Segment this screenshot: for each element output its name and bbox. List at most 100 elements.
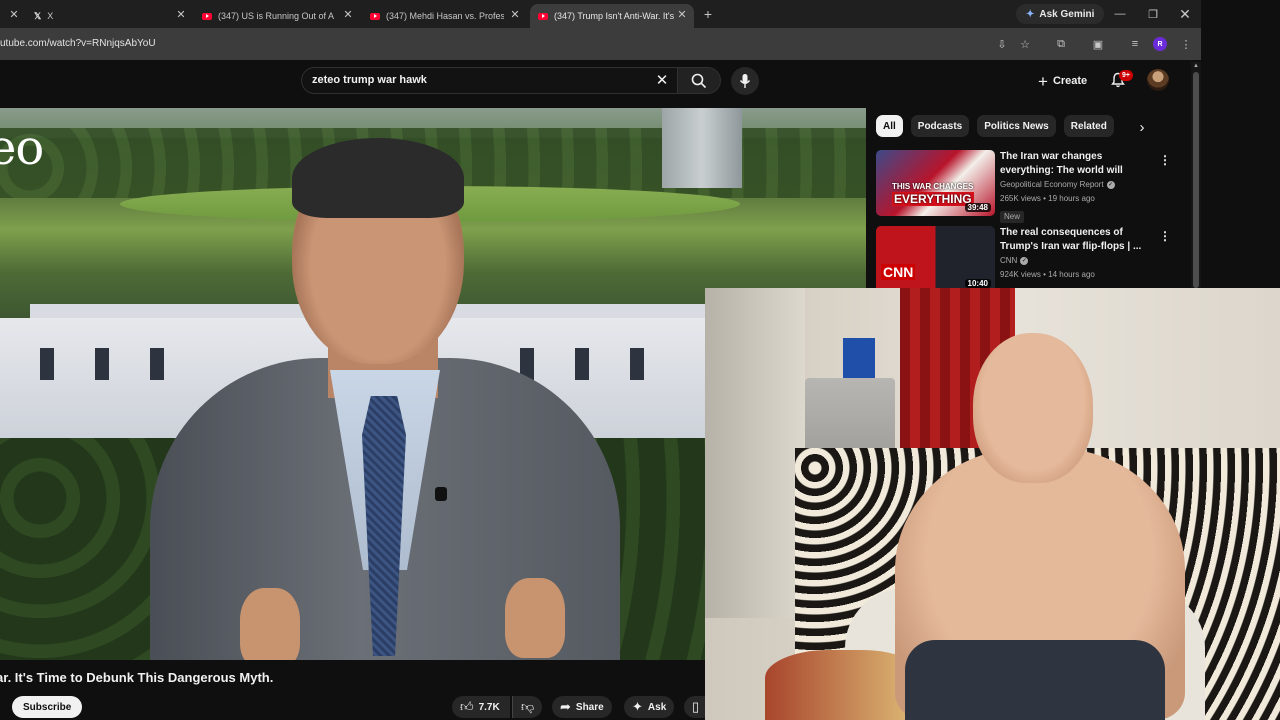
- more-options-icon[interactable]: ⋮: [1159, 152, 1171, 168]
- like-button[interactable]: 👍︎ 7.7K: [452, 696, 510, 718]
- account-avatar[interactable]: [1147, 69, 1169, 91]
- related-video-item[interactable]: THIS WAR CHANGES EVERYTHING 39:48 The Ir…: [876, 150, 1176, 223]
- channel-name[interactable]: Geopolitical Economy Report: [1000, 178, 1104, 192]
- scene-monument: [662, 108, 742, 188]
- presenter-right-hand: [505, 578, 565, 658]
- chevron-right-icon[interactable]: ›: [1132, 117, 1152, 137]
- bookmark-icon: ▯: [692, 699, 700, 714]
- search-icon: [691, 73, 707, 88]
- scroll-up-arrow-icon[interactable]: ▲: [1192, 62, 1200, 70]
- dislike-button[interactable]: 👎︎: [512, 696, 543, 718]
- filter-chips: All Podcasts Politics News Related: [876, 115, 1114, 137]
- video-title[interactable]: The real consequences of Trump's Iran wa…: [1000, 226, 1150, 254]
- youtube-favicon-icon: [538, 12, 548, 20]
- media-controls-icon[interactable]: ≡: [1127, 36, 1143, 52]
- create-button[interactable]: + Create: [1030, 68, 1095, 94]
- more-options-icon[interactable]: ⋮: [1159, 228, 1171, 244]
- ask-button[interactable]: ✦ Ask: [624, 696, 675, 718]
- video-thumbnail[interactable]: THIS WAR CHANGES EVERYTHING 39:48: [876, 150, 995, 216]
- x-logo-icon: 𝕏: [34, 10, 42, 21]
- tab-us-running-out[interactable]: (347) US is Running Out of Am: [202, 4, 334, 28]
- tab-close-icon[interactable]: ✕: [340, 4, 356, 24]
- youtube-favicon-icon: [370, 12, 380, 20]
- webcam-person-head: [973, 333, 1093, 483]
- related-video-item[interactable]: CNN 10:40 The real consequences of Trump…: [876, 226, 1176, 288]
- tab-x[interactable]: 𝕏 X: [34, 4, 174, 28]
- clear-search-icon[interactable]: ✕: [653, 71, 671, 89]
- video-info: The Iran war changes everything: The wor…: [1000, 150, 1150, 224]
- video-title[interactable]: The Iran war changes everything: The wor…: [1000, 150, 1150, 178]
- scrollbar-thumb[interactable]: [1193, 72, 1199, 288]
- share-label: Share: [575, 701, 604, 713]
- related-sidebar: All Podcasts Politics News Related › THI…: [866, 108, 1196, 288]
- install-app-icon[interactable]: ⇩: [994, 36, 1010, 52]
- lapel-microphone: [435, 487, 447, 501]
- microphone-icon: [739, 74, 751, 88]
- chip-politics-news[interactable]: Politics News: [977, 115, 1056, 137]
- view-stats: 924K views • 14 hours ago: [1000, 270, 1095, 279]
- share-arrow-icon: ➦: [560, 699, 571, 714]
- tab-close-icon[interactable]: ✕: [173, 4, 189, 24]
- youtube-favicon-icon: [202, 12, 212, 20]
- sidebar-panel-icon[interactable]: ▣: [1090, 36, 1106, 52]
- scene-window: [575, 348, 589, 380]
- new-badge: New: [1000, 211, 1025, 223]
- cnn-logo: CNN: [881, 264, 916, 280]
- search-button[interactable]: [677, 67, 721, 94]
- voice-search-button[interactable]: [731, 67, 759, 95]
- tab-trump-anti-war[interactable]: (347) Trump Isn't Anti-War. It's: [530, 4, 694, 28]
- tab-close-icon[interactable]: ✕: [6, 4, 22, 24]
- video-thumbnail[interactable]: CNN 10:40: [876, 226, 995, 288]
- presenter-left-hand: [240, 588, 300, 660]
- browser-profile-avatar[interactable]: R: [1153, 37, 1167, 51]
- tab-title: (347) Trump Isn't Anti-War. It's: [554, 11, 675, 21]
- scene-window: [95, 348, 109, 380]
- sparkle-icon: ✦: [632, 699, 643, 714]
- gemini-sparkle-icon: ✦: [1026, 8, 1035, 20]
- address-bar: utube.com/watch?v=RNnjqsAbYoU ⇩ ☆ ⧉ ▣ ≡ …: [0, 28, 1201, 60]
- extensions-icon[interactable]: ⧉: [1053, 36, 1069, 52]
- browser-menu-icon[interactable]: ⋮: [1178, 36, 1194, 52]
- channel-name[interactable]: CNN: [1000, 254, 1017, 268]
- create-label: Create: [1052, 75, 1088, 87]
- video-info: The real consequences of Trump's Iran wa…: [1000, 226, 1150, 282]
- channel-row: Geopolitical Economy Report ✓: [1000, 178, 1150, 192]
- scene-window: [150, 348, 164, 380]
- video-title: ar. It's Time to Debunk This Dangerous M…: [0, 670, 274, 685]
- thumbnail-caption: THIS WAR CHANGES: [892, 182, 974, 191]
- search-input[interactable]: zeteo trump war hawk ✕: [301, 67, 677, 94]
- video-details: ar. It's Time to Debunk This Dangerous M…: [0, 660, 714, 720]
- tab-close-icon[interactable]: ✕: [507, 4, 523, 24]
- new-tab-icon[interactable]: +: [700, 4, 716, 24]
- channel-row: CNN ✓: [1000, 254, 1150, 268]
- tab-title: (347) US is Running Out of Am: [218, 11, 334, 21]
- restore-icon[interactable]: ❐: [1141, 4, 1165, 24]
- tab-title: X: [47, 11, 54, 21]
- chip-all[interactable]: All: [876, 115, 903, 137]
- webcam-door: [705, 288, 805, 618]
- tab-close-icon[interactable]: ✕: [674, 4, 690, 24]
- close-window-icon[interactable]: ✕: [1173, 4, 1197, 24]
- video-duration: 39:48: [964, 203, 991, 212]
- chip-podcasts[interactable]: Podcasts: [910, 115, 970, 137]
- url-field[interactable]: utube.com/watch?v=RNnjqsAbYoU: [0, 38, 156, 49]
- browser-tab-strip: ✕ 𝕏 X ✕ (347) US is Running Out of Am ✕ …: [0, 0, 1201, 28]
- thumbs-down-icon: 👎︎: [521, 699, 535, 714]
- presenter-hair: [292, 138, 464, 218]
- chip-related[interactable]: Related: [1063, 115, 1114, 137]
- notification-count-badge: 9+: [1119, 70, 1133, 81]
- video-duration: 10:40: [964, 279, 991, 288]
- minimize-icon[interactable]: —: [1108, 4, 1132, 24]
- tab-title: (347) Mehdi Hasan vs. Professo: [386, 11, 504, 21]
- youtube-masthead: zeteo trump war hawk ✕ + Create: [0, 60, 1201, 108]
- channel-watermark: eo: [0, 120, 44, 176]
- bookmark-star-icon[interactable]: ☆: [1017, 36, 1033, 52]
- verified-check-icon: ✓: [1106, 181, 1115, 189]
- subscribe-button[interactable]: Subscribe: [12, 696, 83, 718]
- tab-mehdi-hasan[interactable]: (347) Mehdi Hasan vs. Professo: [370, 4, 504, 28]
- ask-gemini-label: Ask Gemini: [1039, 8, 1095, 20]
- plus-icon: +: [1038, 71, 1048, 91]
- share-button[interactable]: ➦ Share: [552, 696, 612, 718]
- ask-gemini-button[interactable]: ✦ Ask Gemini: [1016, 4, 1105, 24]
- scene-window: [630, 348, 644, 380]
